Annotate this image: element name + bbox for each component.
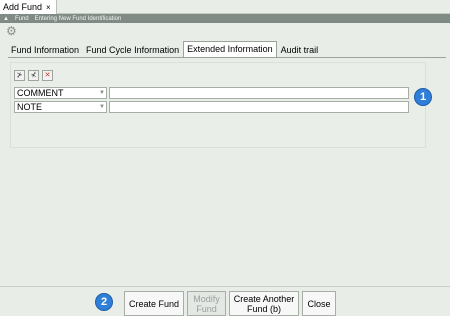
modify-fund-label-line2: Fund (196, 303, 217, 314)
window-tab-add-fund[interactable]: Add Fund × (0, 0, 57, 14)
create-another-label-line2: Fund (b) (246, 303, 281, 314)
close-label: Close (307, 298, 331, 309)
annotation-badge-1: 1 (414, 88, 432, 106)
field-type-select[interactable]: COMMENT ▼ (14, 87, 107, 99)
row-toolbar: ⊁ ⊀ ✕ (14, 70, 53, 81)
create-fund-label: Create Fund (128, 298, 180, 309)
tab-extended-information[interactable]: Extended Information (183, 41, 277, 58)
field-value-input[interactable] (109, 101, 409, 113)
delete-row-icon[interactable]: ✕ (42, 70, 53, 81)
create-fund-button[interactable]: Create Fund (124, 291, 184, 316)
gear-icon[interactable]: ⚙ (6, 25, 18, 37)
extended-field-row: NOTE ▼ (14, 101, 409, 113)
extended-field-row: COMMENT ▼ (14, 87, 409, 99)
bottom-divider (0, 286, 450, 287)
breadcrumb-item-status: Entering New Fund Identification (34, 15, 122, 22)
create-another-label-line1: Create Another (233, 293, 295, 304)
annotation-badge-2: 2 (95, 293, 113, 311)
add-row-icon[interactable]: ⊁ (14, 70, 25, 81)
field-type-select[interactable]: NOTE ▼ (14, 101, 107, 113)
insert-row-icon[interactable]: ⊀ (28, 70, 39, 81)
field-type-value: NOTE (17, 102, 43, 112)
tab-fund-information[interactable]: Fund Information (8, 43, 82, 58)
chevron-down-icon[interactable]: ▼ (98, 104, 106, 110)
tab-audit-trail[interactable]: Audit trail (278, 43, 322, 58)
field-value-input[interactable] (109, 87, 409, 99)
tab-fund-cycle-information[interactable]: Fund Cycle Information (83, 43, 182, 58)
collapse-arrow-icon[interactable]: ▲ (3, 16, 9, 22)
breadcrumb: ▲ Fund Entering New Fund Identification (0, 14, 450, 23)
window-tab-title: Add Fund (3, 2, 43, 12)
field-type-value: COMMENT (17, 88, 64, 98)
title-bar-background (57, 0, 450, 14)
modify-fund-button[interactable]: Modify Fund (187, 291, 226, 316)
tab-divider (8, 57, 446, 58)
modify-fund-label-line1: Modify (193, 293, 220, 304)
close-icon[interactable]: × (46, 3, 51, 12)
tab-strip: Fund Information Fund Cycle Information … (8, 41, 322, 58)
close-button[interactable]: Close (302, 291, 336, 316)
chevron-down-icon[interactable]: ▼ (98, 90, 106, 96)
breadcrumb-item-fund: Fund (14, 15, 29, 22)
create-another-fund-button[interactable]: Create Another Fund (b) (229, 291, 299, 316)
